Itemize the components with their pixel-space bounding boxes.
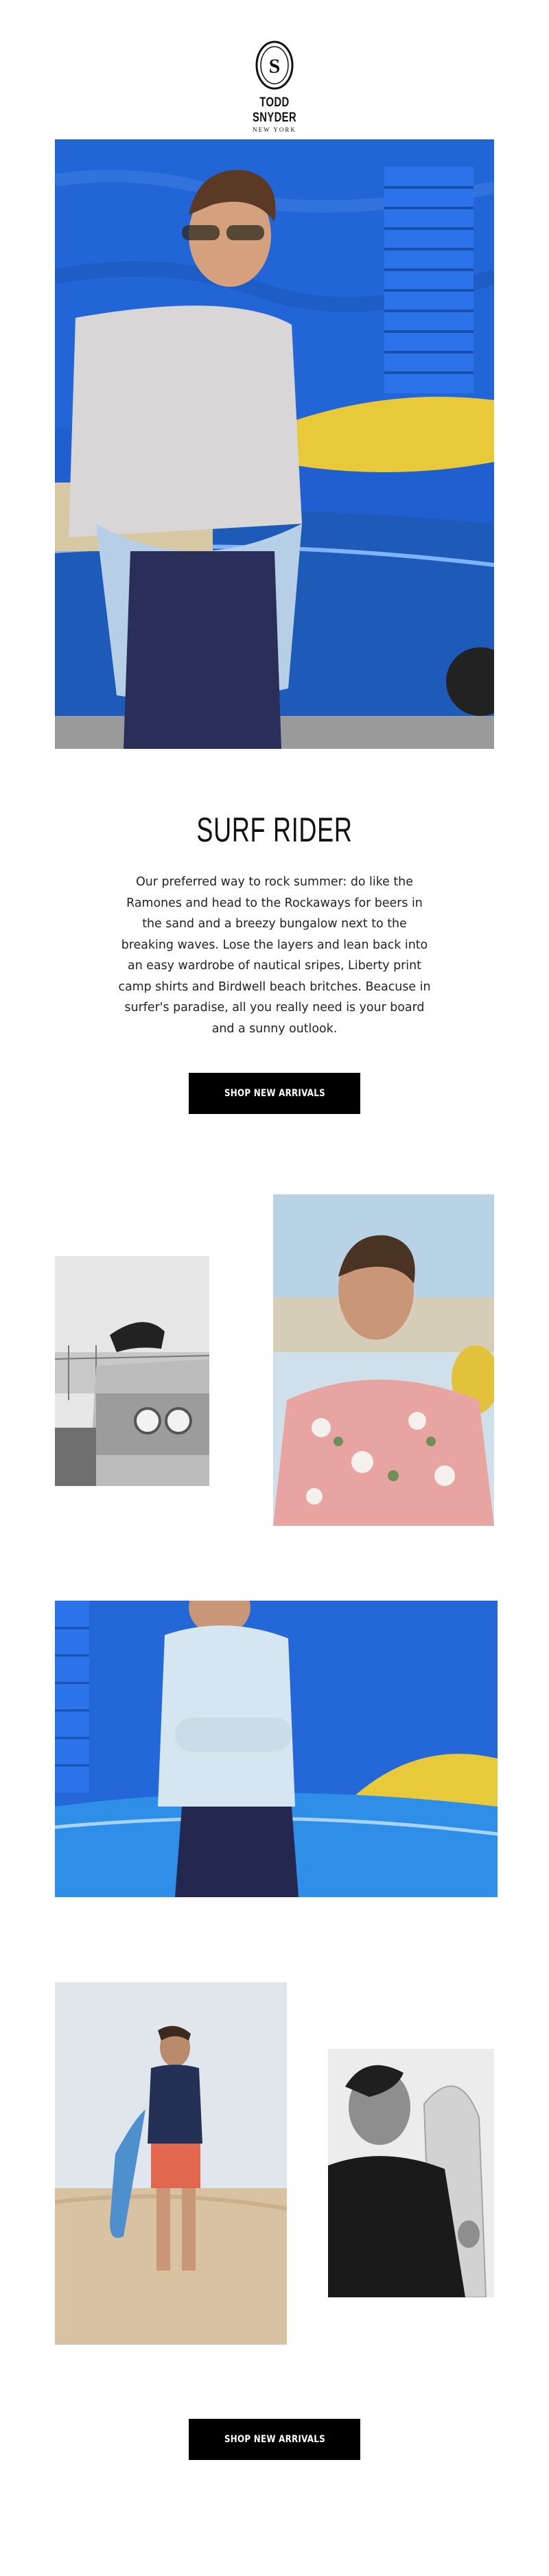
shop-new-arrivals-button[interactable]: SHOP NEW ARRIVALS <box>189 1073 360 1114</box>
brand-location: NEW YORK <box>253 126 296 133</box>
shop-new-arrivals-bottom-label: SHOP NEW ARRIVALS <box>224 2434 325 2445</box>
brand-logo[interactable]: S TODD SNYDER NEW YORK <box>226 40 323 133</box>
floral-shirt-image[interactable] <box>273 1194 494 1526</box>
brand-seal-icon: S <box>255 40 294 90</box>
hero-image[interactable] <box>55 139 494 749</box>
beach-surfboard-image[interactable] <box>55 1982 287 2345</box>
shop-new-arrivals-label: SHOP NEW ARRIVALS <box>224 1088 325 1099</box>
body-copy: Our preferred way to rock summer: do lik… <box>118 875 431 1036</box>
car-detail-image[interactable] <box>55 1256 209 1486</box>
seal-initials: S <box>269 55 281 78</box>
headline: SURF RIDER <box>196 811 353 849</box>
brand-wordmark: TODD SNYDER <box>252 95 297 125</box>
surfboard-portrait-image[interactable] <box>328 2049 494 2297</box>
shop-new-arrivals-bottom-button[interactable]: SHOP NEW ARRIVALS <box>189 2419 360 2460</box>
crossed-arms-image[interactable] <box>55 1601 498 1897</box>
